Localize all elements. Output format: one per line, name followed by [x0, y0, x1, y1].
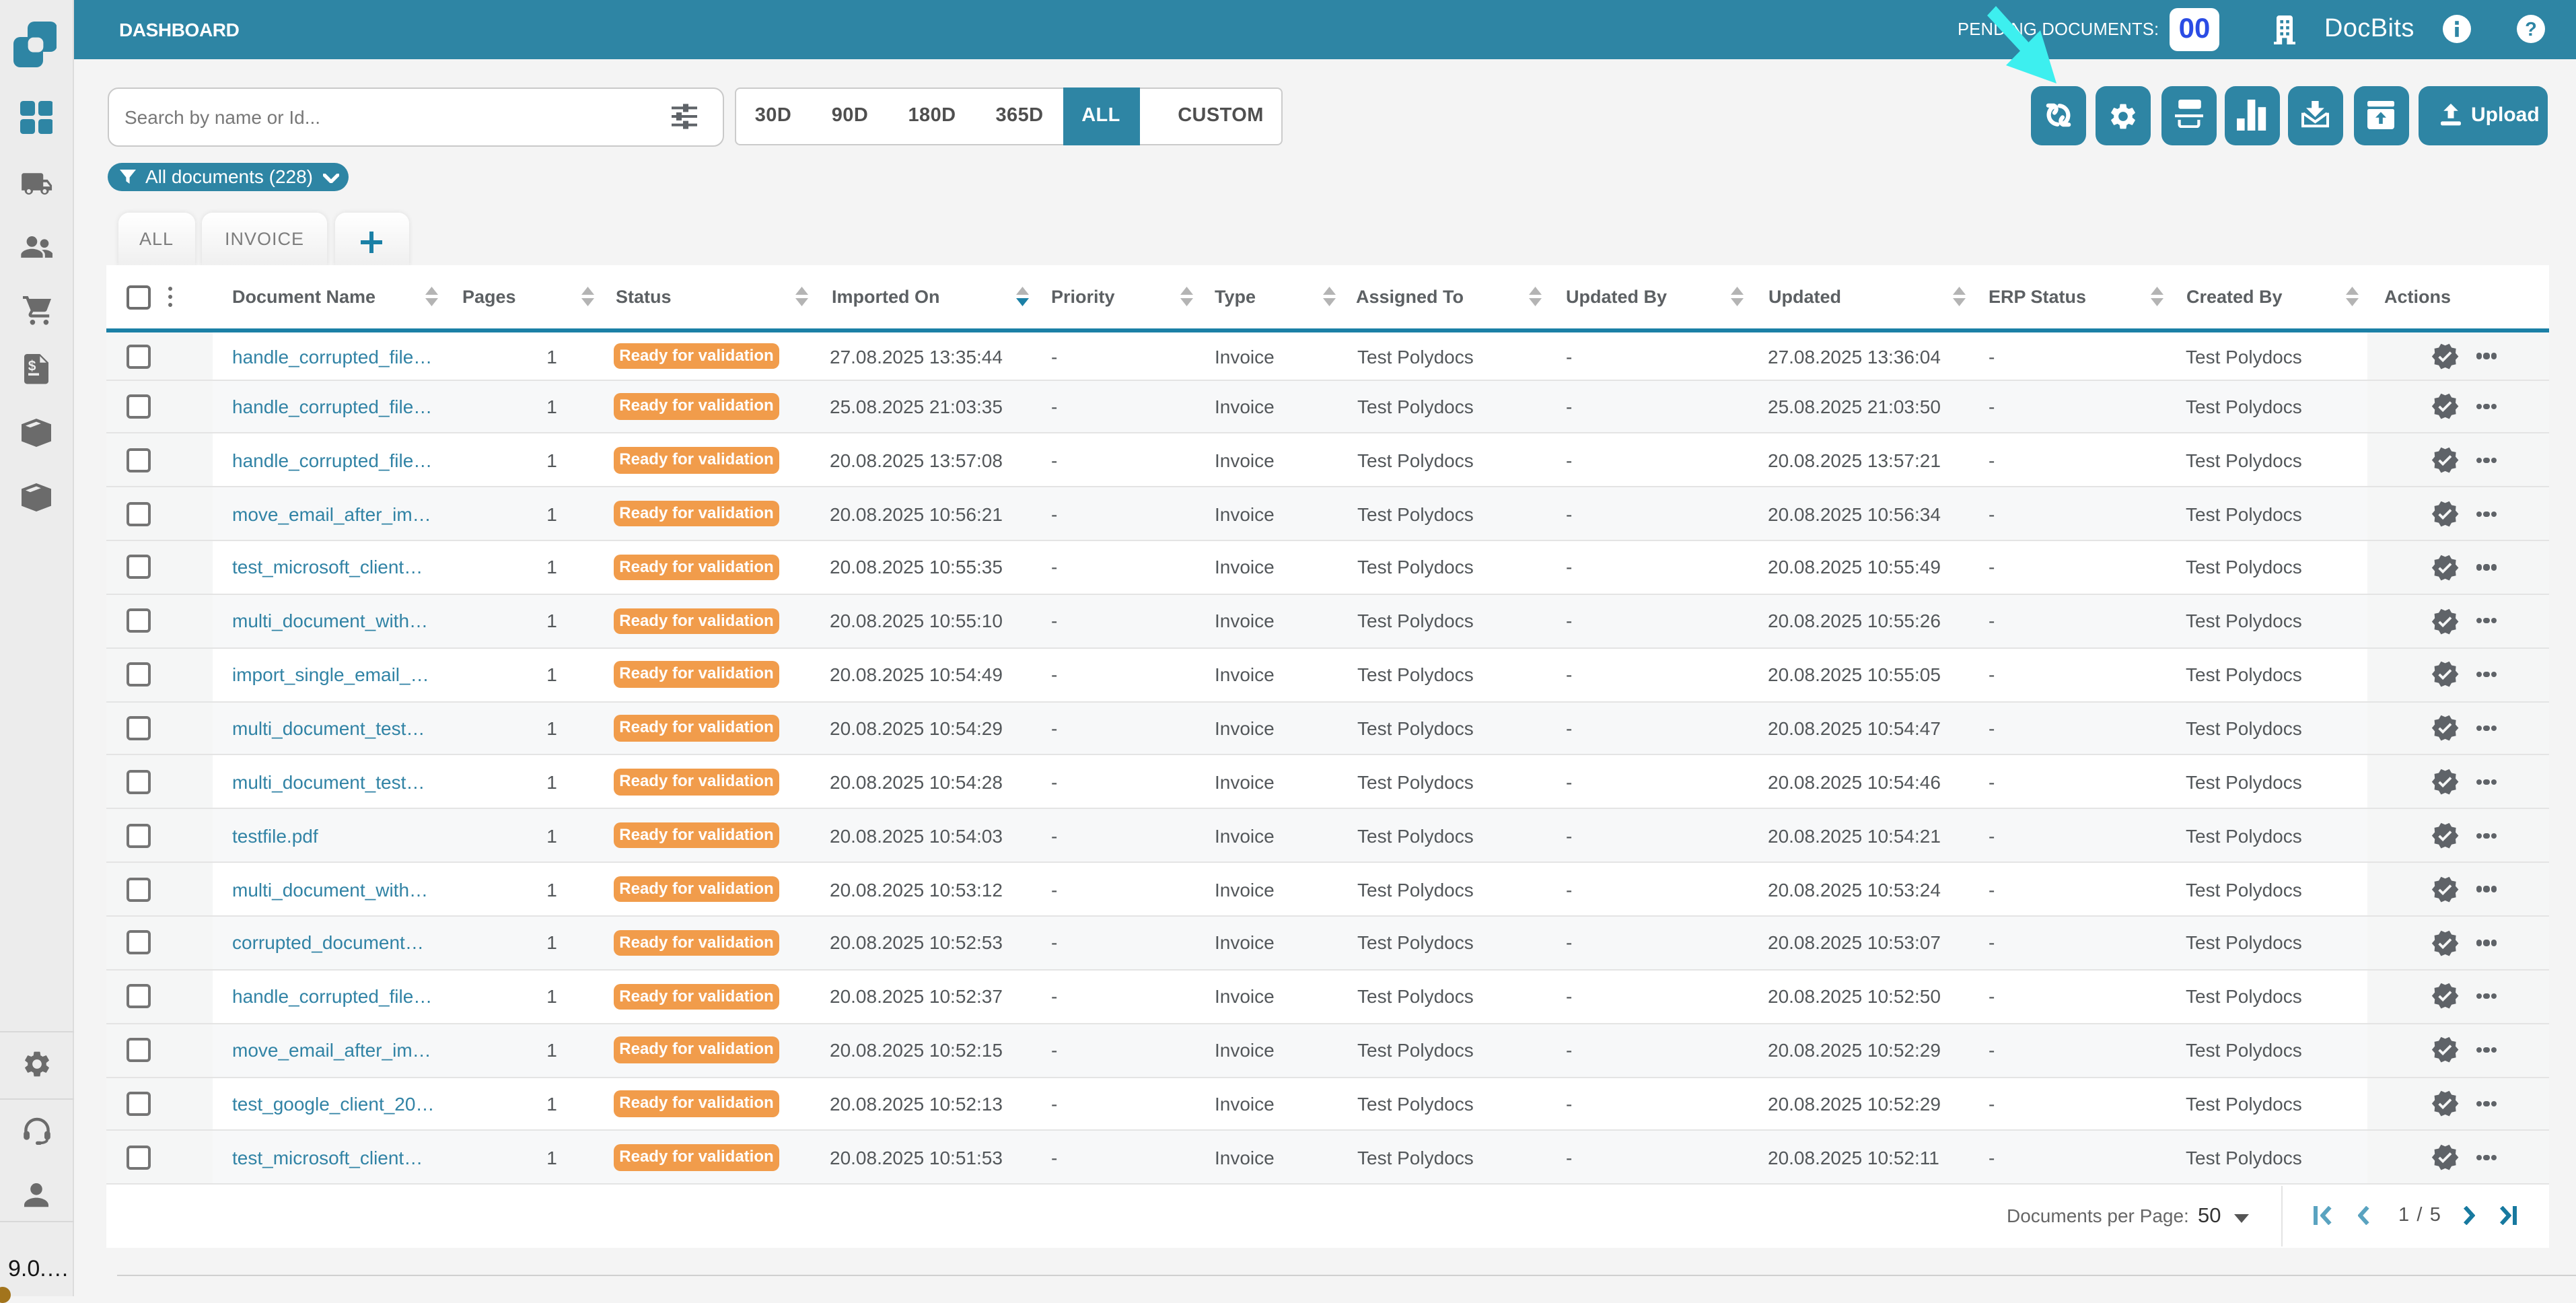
svg-text:$: $ — [28, 359, 36, 374]
svg-text:?: ? — [2524, 19, 2536, 40]
